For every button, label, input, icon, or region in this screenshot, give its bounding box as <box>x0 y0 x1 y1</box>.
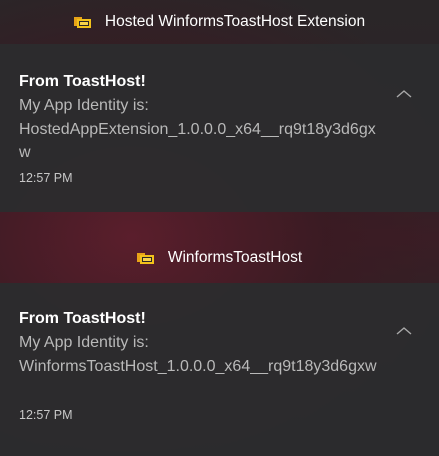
collapse-button[interactable] <box>395 87 413 99</box>
toast-timestamp: 12:57 PM <box>19 408 73 422</box>
toast-body-identity: HostedAppExtension_1.0.0.0_x64__rq9t18y3… <box>19 120 376 162</box>
chevron-up-icon <box>396 327 412 335</box>
toast-body-identity: WinformsToastHost_1.0.0.0_x64__rq9t18y3d… <box>19 357 377 375</box>
chevron-up-icon <box>396 90 412 98</box>
app-group-name: Hosted WinformsToastHost Extension <box>104 13 366 30</box>
app-group-header-winforms-toasthost[interactable]: WinformsToastHost <box>0 236 439 280</box>
toast-title: From ToastHost! <box>19 73 146 90</box>
toast-body: My App Identity is: HostedAppExtension_1… <box>19 94 381 165</box>
app-group-header-hosted-extension[interactable]: Hosted WinformsToastHost Extension <box>0 0 439 44</box>
folder-icon <box>73 15 91 29</box>
toast-body-line: My App Identity is: <box>19 97 149 114</box>
action-center-panel: Hosted WinformsToastHost Extension From … <box>0 0 439 456</box>
app-group-name: WinformsToastHost <box>167 249 303 266</box>
collapse-button[interactable] <box>395 324 413 336</box>
toast-title: From ToastHost! <box>19 310 146 327</box>
toast-timestamp: 12:57 PM <box>19 171 73 185</box>
toast-body-line: My App Identity is: <box>19 334 149 351</box>
toast-notification[interactable]: From ToastHost! My App Identity is: Host… <box>0 44 439 212</box>
toast-body: My App Identity is: WinformsToastHost_1.… <box>19 331 381 378</box>
folder-icon <box>136 251 154 265</box>
toast-notification[interactable]: From ToastHost! My App Identity is: Winf… <box>0 283 439 456</box>
